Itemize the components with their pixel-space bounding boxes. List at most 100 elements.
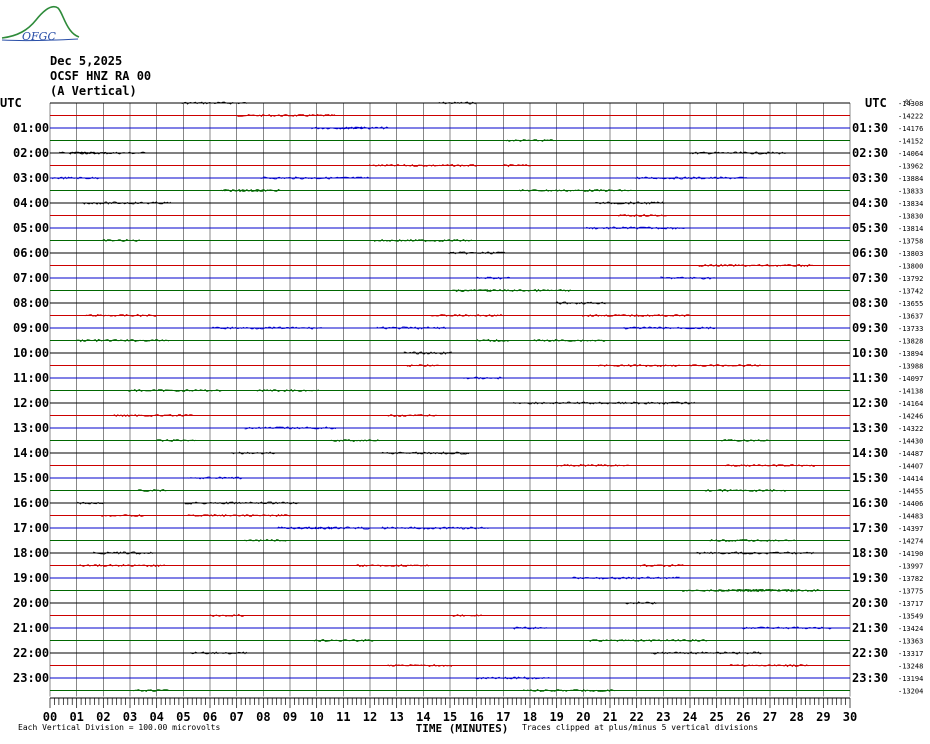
trace-burst xyxy=(586,226,686,230)
trace-value-label: -13758 xyxy=(898,238,923,246)
trace-burst xyxy=(52,176,99,180)
helicorder-plot: -14308-14222-14176-14152-14064-13962-138… xyxy=(0,96,923,735)
trace-value-label: -14246 xyxy=(898,413,923,421)
right-hour-label: 17:30 xyxy=(852,521,888,535)
trace-value-label: -13962 xyxy=(898,163,923,171)
right-hour-label: 10:30 xyxy=(852,346,888,360)
trace-value-label: -14222 xyxy=(898,113,923,121)
trace-burst xyxy=(623,326,716,330)
clip-note: Traces clipped at plus/minus 5 vertical … xyxy=(522,723,759,732)
right-hour-label: UTC xyxy=(865,96,887,110)
x-tick-label: 22 xyxy=(629,710,643,724)
trace-value-label: -14138 xyxy=(898,388,923,396)
trace-value-label: -13717 xyxy=(898,600,923,608)
trace-value-label: -13317 xyxy=(898,650,923,658)
right-hour-label: 18:30 xyxy=(852,546,888,560)
trace-value-label: -13828 xyxy=(898,338,923,346)
trace-value-label: -14487 xyxy=(898,450,923,458)
x-axis-title: TIME (MINUTES) xyxy=(416,722,509,735)
left-hour-label: 05:00 xyxy=(13,221,49,235)
left-hour-label: 15:00 xyxy=(13,471,49,485)
x-tick-label: 10 xyxy=(309,710,323,724)
x-tick-label: 04 xyxy=(149,710,163,724)
trace-value-label: -13775 xyxy=(898,588,923,596)
x-tick-label: 01 xyxy=(69,710,83,724)
left-hour-label: 22:00 xyxy=(13,646,49,660)
left-hour-label: 09:00 xyxy=(13,321,49,335)
trace-value-label: -14430 xyxy=(898,438,923,446)
x-tick-label: 06 xyxy=(203,710,217,724)
left-hour-label: 11:00 xyxy=(13,371,49,385)
x-tick-label: 07 xyxy=(229,710,243,724)
left-hour-label: 13:00 xyxy=(13,421,49,435)
left-hour-label: 08:00 xyxy=(13,296,49,310)
trace-value-label: -14397 xyxy=(898,525,923,533)
x-tick-label: 24 xyxy=(683,710,697,724)
values-header: 0C xyxy=(905,99,913,106)
x-tick-label: 28 xyxy=(789,710,803,724)
x-tick-label: 19 xyxy=(549,710,563,724)
trace-burst xyxy=(387,663,452,667)
trace-value-label: -13204 xyxy=(898,688,923,696)
right-hour-label: 01:30 xyxy=(852,121,888,135)
trace-value-label: -13834 xyxy=(898,200,923,208)
x-tick-label: 20 xyxy=(576,710,590,724)
trace-burst xyxy=(75,338,169,343)
trace-value-label: -13830 xyxy=(898,213,923,221)
trace-burst xyxy=(112,413,194,418)
x-tick-label: 25 xyxy=(709,710,723,724)
x-tick-label: 03 xyxy=(123,710,137,724)
left-hour-label: 07:00 xyxy=(13,271,49,285)
trace-value-label: -13637 xyxy=(898,313,923,321)
x-tick-label: 02 xyxy=(96,710,110,724)
left-hour-label: 02:00 xyxy=(13,146,49,160)
right-hour-label: 02:30 xyxy=(852,146,888,160)
right-hour-label: 14:30 xyxy=(852,446,888,460)
trace-value-label: -13742 xyxy=(898,288,923,296)
trace-value-label: -14406 xyxy=(898,500,923,508)
right-hour-label: 07:30 xyxy=(852,271,888,285)
trace-burst xyxy=(329,439,380,443)
trace-value-label: -14097 xyxy=(898,375,923,383)
x-tick-label: 11 xyxy=(336,710,350,724)
left-hour-label: 03:00 xyxy=(13,171,49,185)
left-hour-label: 17:00 xyxy=(13,521,49,535)
trace-value-label: -13733 xyxy=(898,325,923,333)
right-hour-label: 23:30 xyxy=(852,671,888,685)
left-hour-label: 16:00 xyxy=(13,496,49,510)
left-hour-label: 14:00 xyxy=(13,446,49,460)
right-hour-label: 21:30 xyxy=(852,621,888,635)
x-tick-label: 29 xyxy=(816,710,830,724)
x-tick-label: 09 xyxy=(283,710,297,724)
trace-value-label: -14164 xyxy=(898,400,923,408)
left-hour-label: 20:00 xyxy=(13,596,49,610)
trace-value-label: -13363 xyxy=(898,638,923,646)
trace-burst xyxy=(740,626,832,630)
left-hour-label: 19:00 xyxy=(13,571,49,585)
trace-value-label: -14176 xyxy=(898,125,923,133)
right-hour-label: 09:30 xyxy=(852,321,888,335)
trace-burst xyxy=(82,201,171,205)
trace-value-label: -14407 xyxy=(898,463,923,471)
left-hour-label: 01:00 xyxy=(13,121,49,135)
right-hour-label: 11:30 xyxy=(852,371,888,385)
right-hour-label: 19:30 xyxy=(852,571,888,585)
x-tick-label: 13 xyxy=(389,710,403,724)
trace-value-label: -13800 xyxy=(898,263,923,271)
left-hour-label: 18:00 xyxy=(13,546,49,560)
trace-burst xyxy=(618,213,667,218)
right-hour-label: 12:30 xyxy=(852,396,888,410)
trace-value-label: -13988 xyxy=(898,363,923,371)
trace-burst xyxy=(187,476,242,480)
right-hour-label: 20:30 xyxy=(852,596,888,610)
trace-value-label: -14152 xyxy=(898,138,923,146)
trace-value-label: -14064 xyxy=(898,150,923,158)
trace-value-label: -13549 xyxy=(898,613,923,621)
trace-value-label: -13833 xyxy=(898,188,923,196)
right-hour-label: 06:30 xyxy=(852,246,888,260)
x-tick-label: 23 xyxy=(656,710,670,724)
vertical-division-note: Each Vertical Division = 100.00 microvol… xyxy=(18,723,221,732)
trace-burst xyxy=(184,501,299,505)
left-hour-label: 10:00 xyxy=(13,346,49,360)
right-hour-label: 13:30 xyxy=(852,421,888,435)
